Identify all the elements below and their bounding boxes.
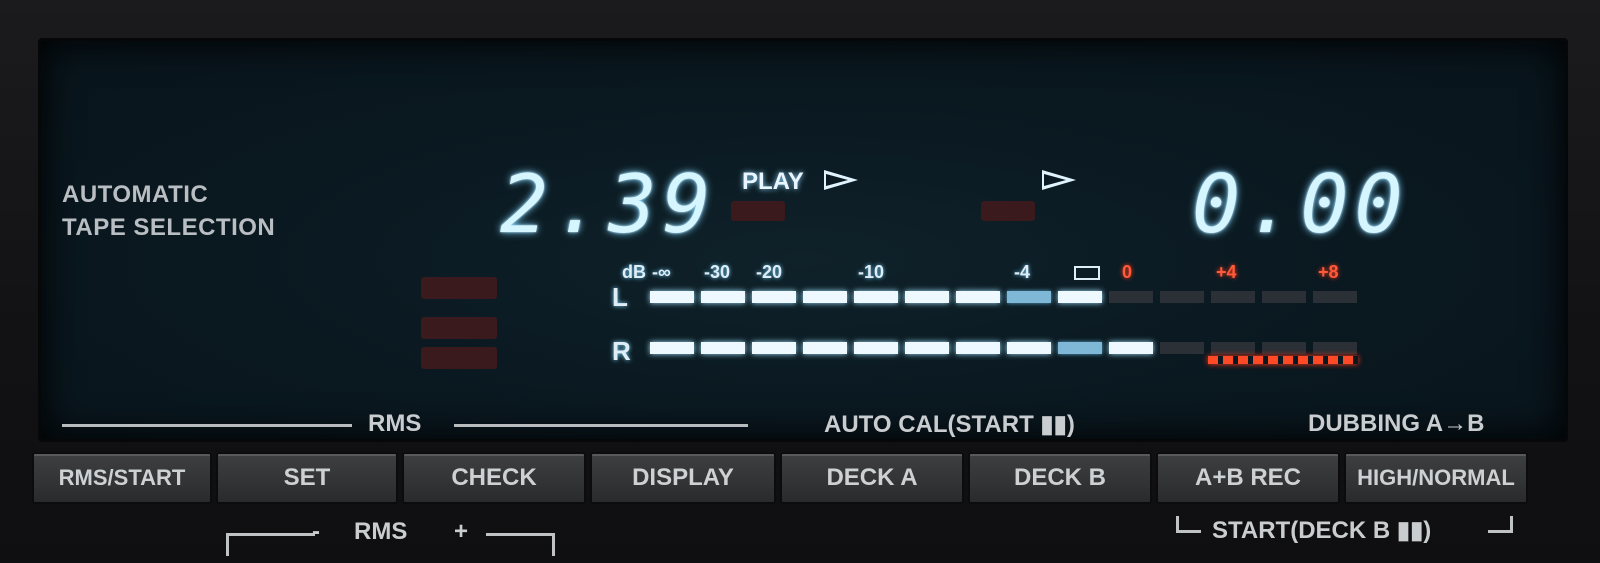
- start-deck-b-label: START(DECK B ▮▮): [1212, 517, 1432, 544]
- right-meter-segment: [854, 342, 898, 354]
- right-meter-segment: [803, 342, 847, 354]
- display-button[interactable]: DISPLAY: [590, 452, 776, 504]
- right-meter-segment: [956, 342, 1000, 354]
- high-normal-button[interactable]: HIGH/NORMAL: [1344, 452, 1528, 504]
- rms-bracket-right: [486, 533, 555, 556]
- right-meter-segment: [1262, 342, 1306, 354]
- right-meter-segment: [1160, 342, 1204, 354]
- peak-overload-indicator: [1208, 356, 1358, 364]
- left-meter-segment: [1262, 291, 1306, 303]
- rms-bracket-left: [226, 533, 315, 556]
- scale-plus-8: +8: [1318, 262, 1339, 282]
- dolby-icon: [1074, 266, 1100, 280]
- rms-minus-label: -: [312, 518, 320, 545]
- deck-a-counter: 2.39: [500, 158, 717, 251]
- scale-minus-30: -30: [704, 262, 731, 282]
- rms-rule-right: [454, 424, 748, 427]
- scale-zero: 0: [1122, 262, 1133, 282]
- label-line-2: TAPE SELECTION: [62, 214, 276, 241]
- left-meter-segment: [1007, 291, 1051, 303]
- rms-rule-left: [62, 424, 352, 427]
- left-meter-segment: [803, 291, 847, 303]
- left-meter-segment: [701, 291, 745, 303]
- left-meter-segment: [956, 291, 1000, 303]
- right-meter-segment: [752, 342, 796, 354]
- ghost-high-indicator: [421, 277, 497, 299]
- check-button[interactable]: CHECK: [402, 452, 586, 504]
- label-line-1: AUTOMATIC: [62, 181, 209, 208]
- right-meter-segment: [1313, 342, 1357, 354]
- start-bracket-left: [1176, 516, 1201, 533]
- right-meter-segment: [1211, 342, 1255, 354]
- channel-right-label: R: [612, 336, 631, 366]
- deck-a-button[interactable]: DECK A: [780, 452, 964, 504]
- deck-b-counter: 0.00: [1192, 158, 1409, 251]
- ghost-rec-b: [981, 201, 1035, 221]
- left-meter-segment: [1058, 291, 1102, 303]
- rms-adjust-label: RMS: [354, 518, 408, 545]
- deck-a-play-status: PLAY: [742, 168, 804, 195]
- right-meter-segment: [1109, 342, 1153, 354]
- left-meter-segment: [1211, 291, 1255, 303]
- rms-start-button[interactable]: RMS/START: [32, 452, 212, 504]
- right-meter-segment: [905, 342, 949, 354]
- deck-a-play-icon-inner: [826, 174, 848, 186]
- left-meter-segment: [650, 291, 694, 303]
- scale-minus-inf: -∞: [652, 262, 671, 282]
- left-meter-segment: [752, 291, 796, 303]
- scale-minus-4: -4: [1014, 262, 1031, 282]
- rms-section-label: RMS: [368, 410, 422, 437]
- auto-cal-label: AUTO CAL(START ▮▮): [824, 411, 1075, 438]
- left-meter-segment: [1160, 291, 1204, 303]
- right-meter-segment: [650, 342, 694, 354]
- left-meter-segment: [1109, 291, 1153, 303]
- ghost-rec-a: [731, 201, 785, 221]
- ghost-auto-indicator: [421, 347, 497, 369]
- scale-minus-20: -20: [756, 262, 783, 282]
- ab-rec-button[interactable]: A+B REC: [1156, 452, 1340, 504]
- right-meter-segment: [1007, 342, 1051, 354]
- scale-plus-4: +4: [1216, 262, 1237, 282]
- start-bracket-right: [1488, 516, 1513, 533]
- right-meter-segment: [701, 342, 745, 354]
- scale-minus-10: -10: [858, 262, 885, 282]
- ghost-norm-indicator: [421, 317, 497, 339]
- left-meter-segment: [854, 291, 898, 303]
- set-button[interactable]: SET: [216, 452, 398, 504]
- deck-b-button[interactable]: DECK B: [968, 452, 1152, 504]
- rms-plus-label: +: [454, 518, 469, 545]
- left-meter-segment: [905, 291, 949, 303]
- left-meter-segment: [1313, 291, 1357, 303]
- dubbing-label: DUBBING A→B: [1308, 410, 1485, 437]
- automatic-tape-selection-label: AUTOMATIC TAPE SELECTION: [62, 178, 275, 244]
- right-meter-segment: [1058, 342, 1102, 354]
- deck-b-play-icon-inner: [1044, 174, 1066, 186]
- channel-left-label: L: [612, 282, 628, 312]
